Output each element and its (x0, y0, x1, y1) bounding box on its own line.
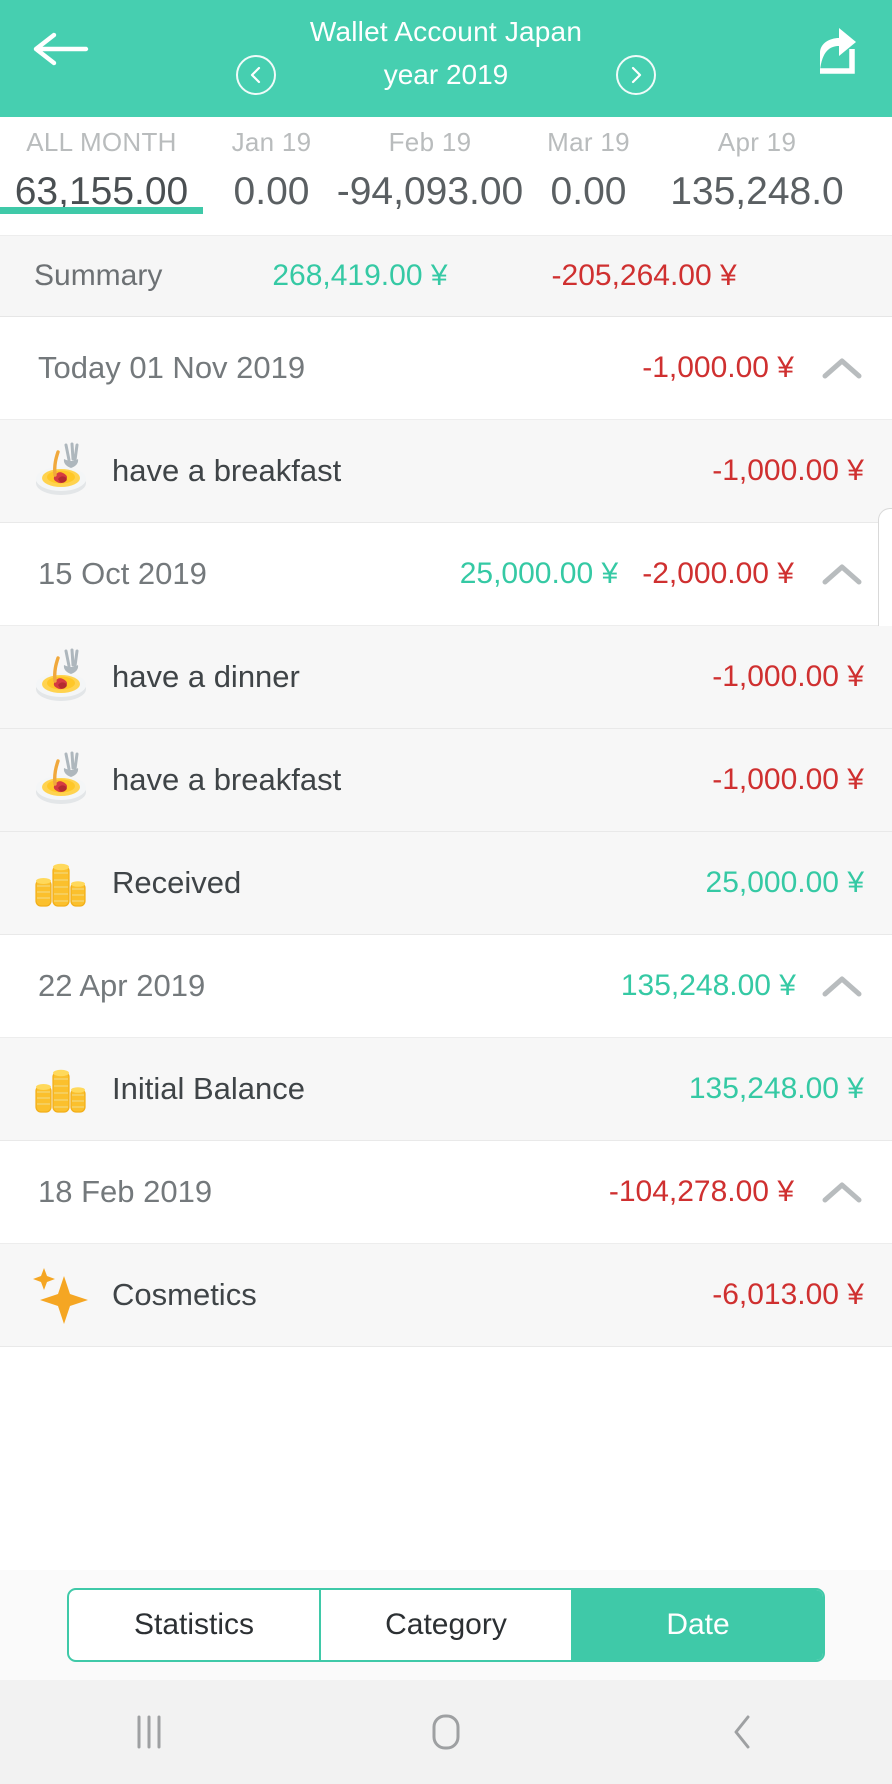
table-row[interactable]: Received 25,000.00 ¥ (0, 832, 892, 935)
food-plate-icon (24, 743, 98, 817)
table-row[interactable]: Cosmetics -6,013.00 ¥ (0, 1244, 892, 1347)
transaction-amount: -1,000.00 ¥ (712, 763, 864, 796)
transaction-title: have a breakfast (112, 762, 342, 797)
transaction-amount: -6,013.00 ¥ (712, 1278, 864, 1311)
summary-label: Summary (34, 259, 163, 292)
summary-income: 268,419.00 ¥ (272, 259, 448, 292)
month-tab-strip[interactable]: ALL MONTH 63,155.00 Jan 19 0.00 Feb 19 -… (0, 117, 892, 235)
recents-button[interactable] (59, 1697, 239, 1767)
table-row[interactable]: have a breakfast -1,000.00 ¥ (0, 420, 892, 658)
chevron-up-icon (822, 1182, 862, 1203)
date-group-header[interactable]: 18 Feb 2019 -104,278.00 ¥ (0, 1141, 892, 1244)
month-tab-apr[interactable]: Apr 19 135,248.0 (657, 117, 857, 214)
period-selector: year 2019 (0, 55, 892, 95)
month-tab-track: ALL MONTH 63,155.00 Jan 19 0.00 Feb 19 -… (0, 117, 892, 235)
segmented-control: Statistics Category Date (67, 1588, 825, 1662)
transaction-amount: -1,000.00 ¥ (712, 660, 864, 693)
collapse-toggle[interactable] (820, 971, 864, 1001)
month-tab-all[interactable]: ALL MONTH 63,155.00 (0, 117, 203, 214)
table-row[interactable]: Initial Balance 135,248.00 ¥ (0, 1038, 892, 1141)
month-tab-mar[interactable]: Mar 19 0.00 (520, 117, 657, 214)
month-tab-value: 135,248.0 (670, 170, 844, 213)
date-group-header[interactable]: 22 Apr 2019 135,248.00 ¥ (0, 935, 892, 1038)
date-group-label: 18 Feb 2019 (38, 1174, 213, 1209)
chevron-up-icon (822, 358, 862, 379)
tab-statistics[interactable]: Statistics (69, 1590, 321, 1660)
chevron-right-circle-icon (631, 66, 642, 84)
transaction-amount: 25,000.00 ¥ (705, 866, 864, 899)
prev-period-button[interactable] (236, 55, 276, 95)
date-group-expense: -104,278.00 ¥ (608, 1175, 794, 1208)
collapse-toggle[interactable] (820, 559, 864, 589)
transaction-title: Received (112, 865, 242, 900)
page-title: Wallet Account Japan (309, 16, 583, 47)
sparkle-icon (24, 1258, 98, 1332)
tab-date[interactable]: Date (573, 1590, 823, 1660)
date-group-expense: -1,000.00 ¥ (642, 351, 794, 384)
date-group-income: 25,000.00 ¥ (459, 557, 619, 590)
next-period-button[interactable] (616, 55, 656, 95)
back-button-system[interactable] (653, 1697, 833, 1767)
month-tab-jan[interactable]: Jan 19 0.00 (203, 117, 340, 214)
month-tab-label: Apr 19 (717, 127, 797, 157)
date-group-label: Today 01 Nov 2019 (38, 350, 306, 385)
home-icon (432, 1714, 460, 1750)
food-plate-icon (24, 434, 98, 508)
system-navigation-bar (0, 1680, 892, 1784)
transaction-title: Initial Balance (112, 1071, 306, 1106)
app-screen: Wallet Account Japan year 2019 ALL MONTH… (0, 0, 892, 1784)
transaction-title: Cosmetics (112, 1277, 257, 1312)
transaction-title: have a dinner (112, 659, 300, 694)
food-plate-icon (24, 640, 98, 714)
view-mode-bar: Statistics Category Date (0, 1570, 892, 1680)
app-header: Wallet Account Japan year 2019 (0, 0, 892, 117)
table-row[interactable]: have a breakfast -1,000.00 ¥ (0, 729, 892, 832)
tab-category[interactable]: Category (321, 1590, 573, 1660)
transaction-list[interactable]: Today 01 Nov 2019 -1,000.00 ¥ have a bre… (0, 317, 892, 1570)
summary-expense: -205,264.00 ¥ (551, 259, 737, 292)
transaction-amount: -1,000.00 ¥ (712, 454, 864, 487)
chevron-up-icon (822, 564, 862, 585)
date-group-label: 22 Apr 2019 (38, 968, 206, 1003)
coins-icon (24, 846, 98, 920)
table-row[interactable]: have a dinner -1,000.00 ¥ (0, 626, 892, 729)
date-group-header[interactable]: 15 Oct 2019 25,000.00 ¥ -2,000.00 ¥ (0, 523, 892, 626)
date-group-expense: -2,000.00 ¥ (642, 557, 794, 590)
summary-row: Summary 268,419.00 ¥ -205,264.00 ¥ (0, 235, 892, 317)
share-icon (820, 28, 856, 74)
date-group-income: 135,248.00 ¥ (620, 969, 796, 1002)
collapse-toggle[interactable] (820, 353, 864, 383)
header-title-block: Wallet Account Japan year 2019 (0, 0, 892, 95)
date-group-label: 15 Oct 2019 (38, 556, 207, 591)
month-tab-label: Jan 19 (231, 127, 312, 157)
home-button[interactable] (356, 1697, 536, 1767)
coins-icon (24, 1052, 98, 1126)
recents-icon (137, 1715, 161, 1749)
month-tab-label: Mar 19 (547, 127, 630, 157)
month-tab-value: -94,093.00 (336, 170, 524, 213)
month-tab-value: 0.00 (550, 170, 627, 213)
month-tab-label: Feb 19 (388, 127, 472, 157)
chevron-up-icon (822, 976, 862, 997)
month-tab-label: ALL MONTH (26, 127, 177, 157)
period-label: year 2019 (383, 59, 509, 90)
active-tab-underline (0, 207, 203, 214)
date-group-header[interactable]: Today 01 Nov 2019 -1,000.00 ¥ (0, 317, 892, 420)
month-tab-value: 0.00 (233, 170, 310, 213)
transaction-title: have a breakfast (112, 453, 342, 488)
transaction-amount: 135,248.00 ¥ (688, 1072, 864, 1105)
back-chevron-icon (734, 1715, 750, 1749)
chevron-left-circle-icon (250, 66, 261, 84)
collapse-toggle[interactable] (820, 1177, 864, 1207)
month-tab-feb[interactable]: Feb 19 -94,093.00 (337, 117, 524, 214)
share-button[interactable] (804, 20, 864, 78)
